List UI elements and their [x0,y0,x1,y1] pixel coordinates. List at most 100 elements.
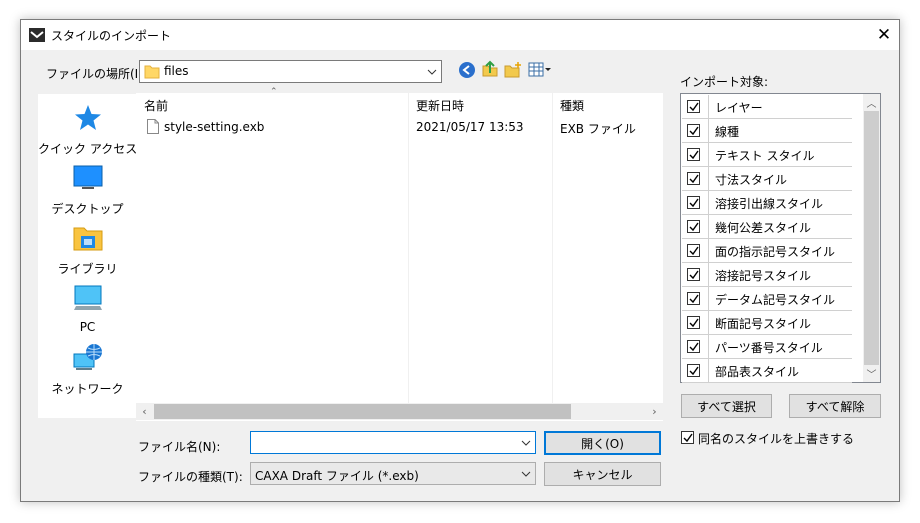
row-divider [708,335,709,359]
close-button[interactable]: ✕ [869,20,899,50]
checkmark-icon [689,174,699,184]
import-target-checkbox[interactable] [687,244,700,257]
row-divider [708,263,709,287]
place-pc[interactable]: PC [38,282,137,334]
place-library[interactable]: ライブラリ [38,222,137,277]
cancel-button[interactable]: キャンセル [544,462,661,486]
deselect-all-button[interactable]: すべて解除 [789,394,881,418]
desktop-icon [73,165,102,189]
import-target-checkbox[interactable] [687,148,700,161]
overwrite-checkbox[interactable] [681,431,694,444]
import-target-label: パーツ番号スタイル [715,341,823,355]
import-target-row[interactable]: パーツ番号スタイル [682,335,852,359]
filetype-value: CAXA Draft ファイル (*.exb) [255,469,419,483]
star-icon [74,105,101,130]
folder-icon [144,65,160,79]
scroll-down-icon[interactable]: ﹀ [863,365,880,382]
checkmark-icon [689,198,699,208]
import-target-row[interactable]: 断面記号スタイル [682,311,852,335]
file-icon [147,119,159,134]
place-desktop[interactable]: デスクトップ [38,162,137,217]
vertical-scrollbar[interactable]: ︿ ﹀ [863,94,880,382]
up-folder-icon[interactable] [481,60,499,78]
import-target-checkbox[interactable] [687,172,700,185]
scroll-right-icon[interactable]: › [646,403,663,420]
import-target-label: 溶接引出線スタイル [715,197,824,211]
place-network[interactable]: ネットワーク [38,342,137,397]
import-target-row[interactable]: レイヤー [682,95,852,119]
import-target-checkbox[interactable] [687,292,700,305]
app-icon [29,28,45,42]
checkmark-icon [689,270,699,280]
import-target-row[interactable]: 線種 [682,119,852,143]
view-menu-icon[interactable] [528,61,552,79]
import-target-row[interactable]: 寸法スタイル [682,167,852,191]
filename-dropdown[interactable] [519,432,533,453]
checkmark-icon [683,433,693,443]
scroll-up-icon[interactable]: ︿ [863,94,880,111]
back-icon[interactable] [458,61,476,79]
scroll-left-icon[interactable]: ‹ [136,403,153,420]
import-target-checkbox[interactable] [687,340,700,353]
location-dropdown[interactable] [423,61,441,82]
location-combo[interactable]: files [139,60,442,83]
import-style-dialog: スタイルのインポート ✕ ファイルの場所(I): files クイック アクセス… [20,19,900,502]
import-target-row[interactable]: 溶接引出線スタイル [682,191,852,215]
checkmark-icon [689,318,699,328]
filetype-dropdown[interactable] [519,463,533,484]
import-target-row[interactable]: 溶接記号スタイル [682,263,852,287]
place-label: ネットワーク [51,382,124,396]
column-header-modified[interactable]: 更新日時 [416,97,464,114]
row-divider [708,95,709,119]
import-target-checkbox[interactable] [687,268,700,281]
import-target-checkbox[interactable] [687,220,700,233]
location-value: files [164,64,189,78]
import-target-label: 部品表スタイル [715,365,800,379]
import-target-label: 面の指示記号スタイル [715,245,836,259]
place-quick-access[interactable]: クイック アクセス [38,102,137,157]
checkmark-icon [689,246,699,256]
row-divider [708,239,709,263]
scroll-thumb[interactable] [154,404,571,419]
select-all-button[interactable]: すべて選択 [681,394,772,418]
column-header-type[interactable]: 種類 [560,97,584,114]
title-bar: スタイルのインポート ✕ [21,20,899,50]
column-header-name[interactable]: 名前 [144,97,168,114]
checkmark-icon [689,222,699,232]
import-target-label: データム記号スタイル [715,293,836,307]
row-divider [708,311,709,335]
open-button[interactable]: 開く(O) [544,431,661,455]
import-target-checkbox[interactable] [687,196,700,209]
dialog-title: スタイルのインポート [51,29,172,43]
import-target-row[interactable]: 幾何公差スタイル [682,215,852,239]
import-target-row[interactable]: 部品表スタイル [682,359,852,383]
import-target-label: 断面記号スタイル [715,317,812,331]
import-target-row[interactable]: 面の指示記号スタイル [682,239,852,263]
import-target-row[interactable]: テキスト スタイル [682,143,852,167]
import-targets-list: レイヤー 線種テキスト スタイル寸法スタイル溶接引出線スタイル 幾何公差スタイル面の… [680,93,881,383]
import-targets-label: インポート対象: [680,75,769,89]
filename-input[interactable] [250,431,536,454]
place-label: PC [79,320,96,334]
import-target-checkbox[interactable] [687,124,700,137]
new-folder-icon[interactable] [504,61,522,79]
location-label: ファイルの場所(I): [46,67,147,81]
column-divider [552,93,553,403]
import-target-checkbox[interactable] [687,100,700,113]
library-icon [73,227,102,251]
file-modified: 2021/05/17 13:53 [416,120,524,134]
import-target-label: 幾何公差スタイル [715,221,812,235]
place-label: デスクトップ [51,202,124,216]
chevron-down-icon [427,69,437,75]
filetype-select[interactable]: CAXA Draft ファイル (*.exb) [250,462,536,485]
horizontal-scrollbar[interactable]: ‹ › [136,403,663,420]
file-list[interactable]: ⌃ 名前 更新日時 種類 style-setting.exb 2021/05/1… [136,87,663,421]
import-target-row[interactable]: データム記号スタイル [682,287,852,311]
import-target-label: テキスト スタイル [715,149,815,163]
import-target-checkbox[interactable] [687,364,700,377]
checkmark-icon [689,294,699,304]
import-target-checkbox[interactable] [687,316,700,329]
scroll-thumb[interactable] [864,111,879,365]
place-label: クイック アクセス [38,142,138,156]
row-divider [708,359,709,383]
